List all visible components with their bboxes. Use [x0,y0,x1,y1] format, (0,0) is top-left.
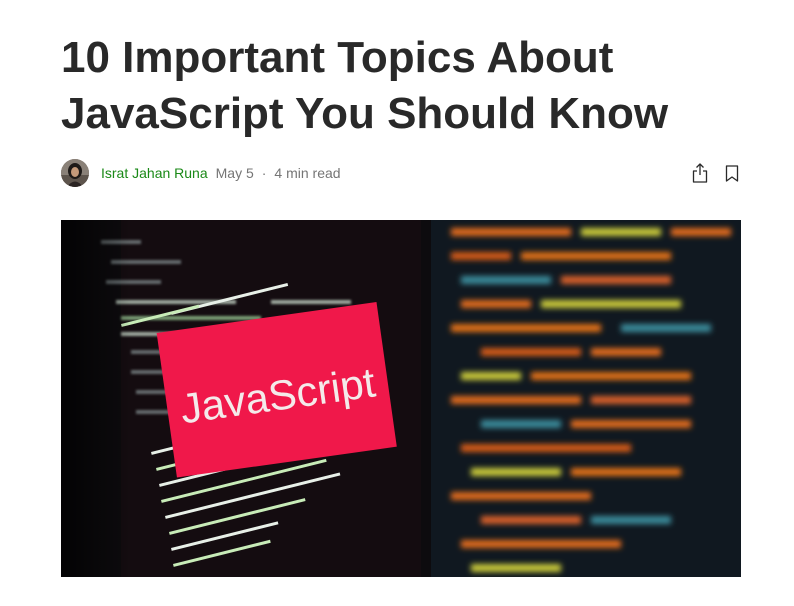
hero-image: JavaScript [61,220,741,577]
share-button[interactable] [691,162,709,184]
author-avatar[interactable] [61,159,89,187]
publish-date: May 5 [215,165,254,181]
bookmark-button[interactable] [723,162,741,184]
meta-separator: · [261,165,267,181]
share-icon [692,163,708,183]
read-time: 4 min read [274,165,341,181]
article-actions [691,162,741,184]
bookmark-icon [725,165,739,182]
author-meta-row: Israt Jahan Runa May 5 · 4 min read [61,157,741,189]
author-name-link[interactable]: Israt Jahan Runa [101,165,208,181]
article-title: 10 Important Topics About JavaScript You… [61,33,669,138]
